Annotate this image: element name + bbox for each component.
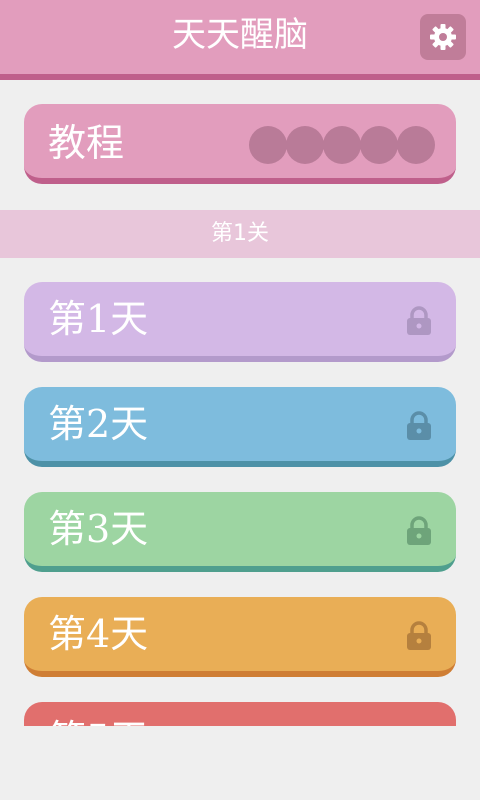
lock-icon xyxy=(407,306,431,335)
settings-button[interactable] xyxy=(420,14,466,60)
day-5-button-partial[interactable]: 第5天 xyxy=(24,702,456,726)
progress-dot xyxy=(397,126,435,164)
day-2-button[interactable]: 第2天 xyxy=(24,387,456,467)
day-1-button[interactable]: 第1天 xyxy=(24,282,456,362)
tutorial-button[interactable]: 教程 xyxy=(24,104,456,184)
lock-icon xyxy=(407,621,431,650)
tutorial-label: 教程 xyxy=(48,121,125,165)
progress-dot xyxy=(249,126,287,164)
day-4-button[interactable]: 第4天 xyxy=(24,597,456,677)
level-section-label: 第1关 xyxy=(211,221,269,246)
lock-icon xyxy=(407,516,431,545)
app-header: 天天醒脑 xyxy=(0,0,480,80)
day-1-label: 第1天 xyxy=(48,297,149,341)
level-section-header: 第1关 xyxy=(0,210,480,258)
progress-dot xyxy=(360,126,398,164)
day-5-label: 第5天 xyxy=(48,716,148,726)
tutorial-progress-dots xyxy=(249,126,435,164)
day-3-button[interactable]: 第3天 xyxy=(24,492,456,572)
gear-icon xyxy=(430,24,456,50)
day-5-button[interactable]: 第5天 xyxy=(24,702,456,726)
app-title: 天天醒脑 xyxy=(172,15,308,55)
lock-icon xyxy=(407,411,431,440)
progress-dot xyxy=(323,126,361,164)
day-4-label: 第4天 xyxy=(48,612,149,656)
day-2-label: 第2天 xyxy=(48,402,149,446)
progress-dot xyxy=(286,126,324,164)
day-3-label: 第3天 xyxy=(48,507,149,551)
